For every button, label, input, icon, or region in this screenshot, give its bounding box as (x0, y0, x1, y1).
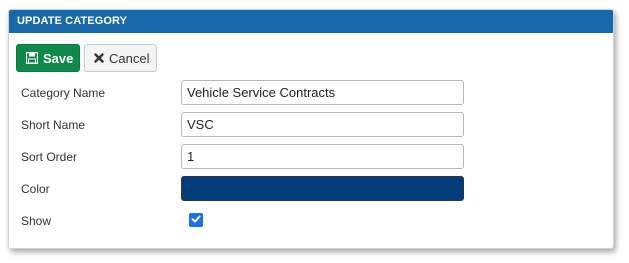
color-row: Color (21, 176, 471, 202)
short-name-row: Short Name (21, 112, 471, 138)
color-label: Color (21, 182, 50, 196)
toolbar: Save Cancel (16, 44, 157, 72)
panel-title: UPDATE CATEGORY (9, 10, 613, 33)
x-icon (94, 53, 104, 63)
floppy-disk-icon (26, 52, 38, 64)
show-row: Show (21, 208, 471, 234)
cancel-button[interactable]: Cancel (84, 44, 157, 72)
update-category-panel: UPDATE CATEGORY Save Cancel Category Nam… (8, 9, 614, 249)
category-name-label: Category Name (21, 86, 106, 100)
category-name-input[interactable] (181, 80, 464, 105)
save-button[interactable]: Save (16, 44, 80, 72)
category-name-row: Category Name (21, 80, 471, 106)
sort-order-row: Sort Order (21, 144, 471, 170)
sort-order-label: Sort Order (21, 150, 78, 164)
show-checkbox[interactable] (189, 213, 203, 227)
save-button-label: Save (43, 50, 74, 66)
checkmark-icon (191, 211, 201, 229)
color-picker[interactable] (181, 176, 464, 201)
sort-order-input[interactable] (181, 144, 464, 169)
short-name-input[interactable] (181, 112, 464, 137)
show-label: Show (21, 214, 52, 228)
cancel-button-label: Cancel (109, 50, 150, 66)
short-name-label: Short Name (21, 118, 86, 132)
